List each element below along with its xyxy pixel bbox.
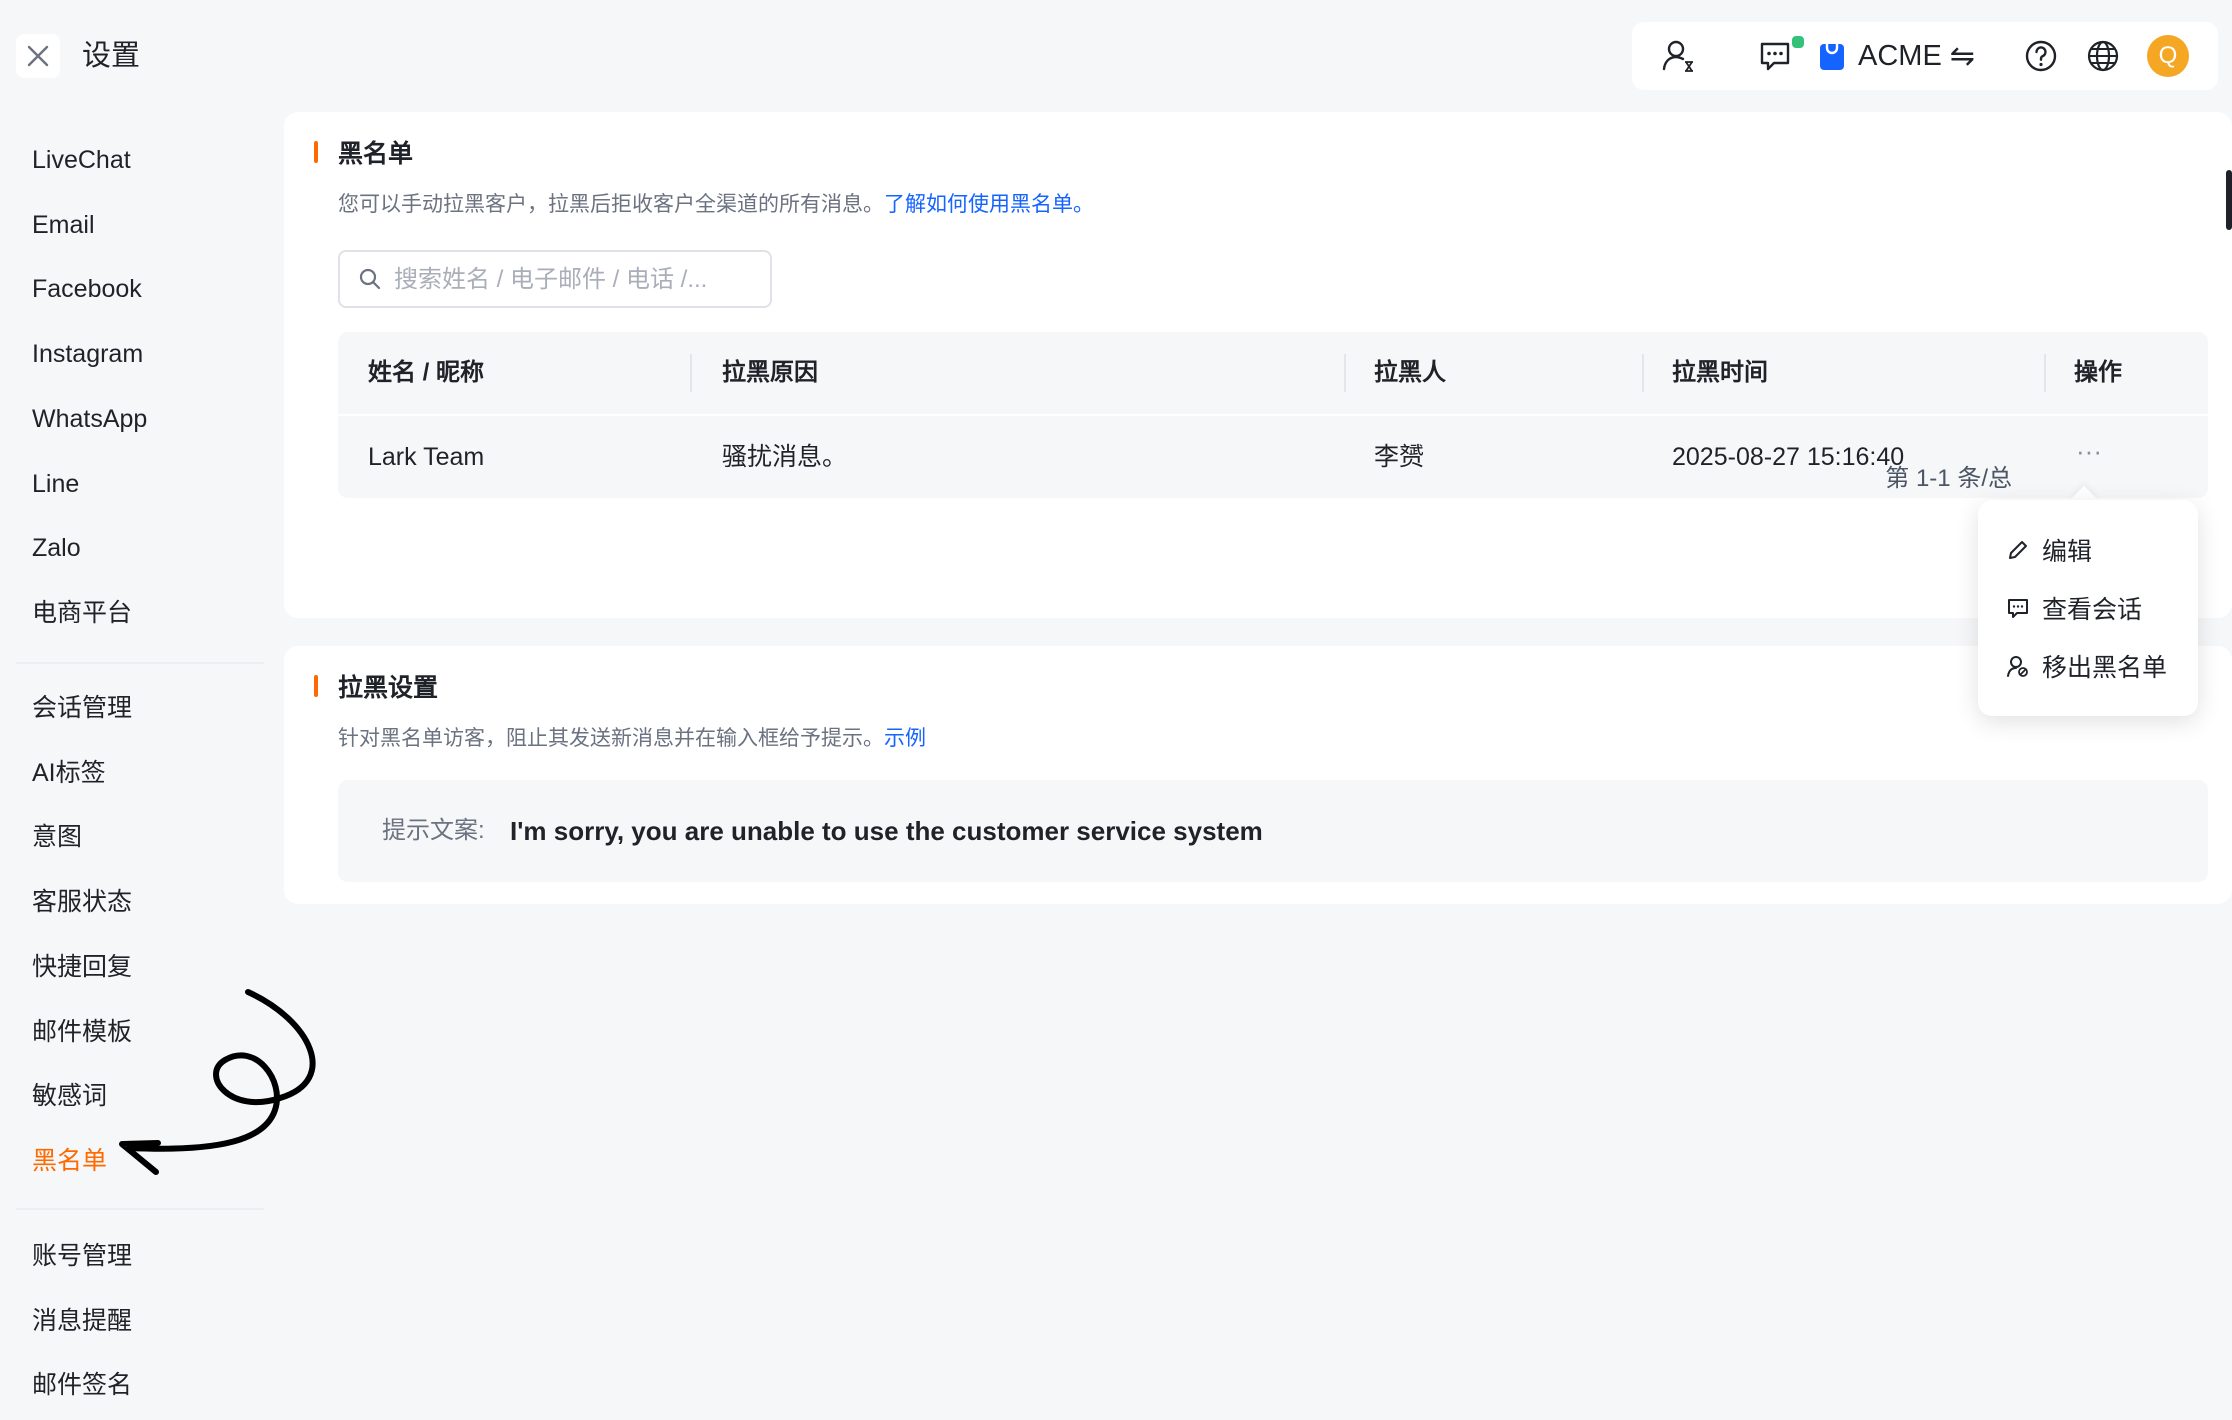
column-divider bbox=[690, 354, 692, 392]
cell-blocked-by: 李赟 bbox=[1374, 443, 1425, 471]
help-button[interactable] bbox=[2016, 22, 2066, 90]
pencil-icon bbox=[2009, 541, 2027, 559]
sidebar-item-intent[interactable]: 意图 bbox=[32, 819, 82, 855]
sidebar-divider bbox=[16, 1208, 264, 1210]
sidebar-item-email-signature[interactable]: 邮件签名 bbox=[32, 1367, 132, 1403]
chat-icon bbox=[2008, 599, 2028, 618]
workspace-name: ACME bbox=[1858, 39, 1942, 72]
menu-item-view-conversation[interactable]: 查看会话 bbox=[2006, 588, 2142, 628]
sidebar-divider bbox=[16, 662, 264, 664]
column-header-blocked-by: 拉黑人 bbox=[1374, 359, 1446, 386]
online-badge bbox=[1790, 34, 1806, 50]
section-accent-bar bbox=[314, 141, 318, 163]
sidebar-item-zalo[interactable]: Zalo bbox=[32, 530, 81, 566]
row-more-button[interactable]: ··· bbox=[2076, 416, 2102, 498]
sidebar-item-livechat[interactable]: LiveChat bbox=[32, 142, 131, 178]
menu-item-label: 移出黑名单 bbox=[2042, 654, 2168, 682]
sidebar-item-conversations[interactable]: 会话管理 bbox=[32, 690, 132, 726]
hand-drawn-arrow bbox=[119, 989, 316, 1175]
avatar: Q bbox=[2147, 35, 2189, 77]
switch-icon: ⇋ bbox=[1949, 39, 1975, 73]
sidebar-item-ai-tags[interactable]: AI标签 bbox=[32, 755, 106, 791]
tip-message-box[interactable]: 提示文案: I'm sorry, you are unable to use t… bbox=[338, 780, 2208, 882]
cell-name: Lark Team bbox=[368, 443, 485, 471]
blacklist-card: 黑名单 您可以手动拉黑客户，拉黑后拒收客户全渠道的所有消息。了解如何使用黑名单。… bbox=[284, 112, 2232, 618]
cell-reason: 骚扰消息。 bbox=[722, 443, 848, 471]
search-icon bbox=[359, 268, 381, 290]
top-toolbar: ACME ⇋ Q bbox=[1632, 22, 2218, 90]
block-settings-description: 针对黑名单访客，阻止其发送新消息并在输入框给予提示。示例 bbox=[338, 722, 926, 752]
user-status-icon bbox=[1662, 40, 1693, 72]
sidebar-item-instagram[interactable]: Instagram bbox=[32, 336, 143, 372]
section-accent-bar bbox=[314, 675, 318, 697]
globe-icon bbox=[2087, 40, 2119, 72]
page-title: 设置 bbox=[82, 40, 141, 72]
column-divider bbox=[2044, 354, 2046, 392]
workspace-switcher[interactable]: ACME ⇋ bbox=[1818, 22, 2014, 90]
blacklist-desc-text: 您可以手动拉黑客户，拉黑后拒收客户全渠道的所有消息。 bbox=[338, 193, 884, 216]
column-header-actions: 操作 bbox=[2074, 359, 2122, 386]
menu-item-edit[interactable]: 编辑 bbox=[2006, 530, 2092, 570]
menu-item-remove-from-blacklist[interactable]: 移出黑名单 bbox=[2006, 646, 2167, 686]
close-button[interactable] bbox=[16, 34, 60, 78]
block-settings-card: 拉黑设置 针对黑名单访客，阻止其发送新消息并在输入框给予提示。示例 提示文案: … bbox=[284, 646, 2232, 904]
column-header-reason: 拉黑原因 bbox=[722, 359, 818, 386]
column-divider bbox=[1344, 354, 1346, 392]
sidebar-item-sensitive-words[interactable]: 敏感词 bbox=[32, 1078, 107, 1114]
scrollbar-thumb[interactable] bbox=[2226, 170, 2232, 230]
blacklist-search[interactable] bbox=[338, 250, 772, 308]
help-icon bbox=[2025, 40, 2057, 72]
agent-status-button[interactable] bbox=[1654, 22, 1704, 90]
close-icon bbox=[27, 45, 49, 67]
menu-item-label: 编辑 bbox=[2042, 538, 2093, 566]
column-divider bbox=[1642, 354, 1644, 392]
pagination-summary: 第 1-1 条/总 bbox=[1885, 465, 2012, 492]
search-input[interactable] bbox=[392, 252, 756, 308]
cell-blocked-time: 2025-08-27 15:16:40 bbox=[1672, 443, 1905, 471]
sidebar-item-account[interactable]: 账号管理 bbox=[32, 1238, 132, 1274]
column-header-name: 姓名 / 昵称 bbox=[368, 359, 485, 386]
sidebar-item-ecommerce[interactable]: 电商平台 bbox=[32, 595, 132, 631]
sidebar-item-blacklist[interactable]: 黑名单 bbox=[32, 1143, 107, 1179]
sidebar-item-whatsapp[interactable]: WhatsApp bbox=[32, 401, 147, 437]
example-link[interactable]: 示例 bbox=[884, 727, 926, 750]
blacklist-title: 黑名单 bbox=[338, 140, 414, 168]
language-button[interactable] bbox=[2078, 22, 2128, 90]
sidebar-item-notifications[interactable]: 消息提醒 bbox=[32, 1303, 132, 1339]
tip-label: 提示文案: bbox=[382, 817, 485, 844]
column-header-blocked-time: 拉黑时间 bbox=[1672, 359, 1768, 386]
blacklist-description: 您可以手动拉黑客户，拉黑后拒收客户全渠道的所有消息。了解如何使用黑名单。 bbox=[338, 188, 1094, 218]
messages-button[interactable] bbox=[1750, 22, 1806, 90]
store-icon bbox=[1820, 44, 1844, 70]
block-settings-desc-text: 针对黑名单访客，阻止其发送新消息并在输入框给予提示。 bbox=[338, 727, 884, 750]
tip-message-text: I'm sorry, you are unable to use the cus… bbox=[510, 816, 1263, 846]
menu-item-label: 查看会话 bbox=[2042, 596, 2143, 624]
sidebar-item-email[interactable]: Email bbox=[32, 207, 95, 243]
table-header: 姓名 / 昵称 拉黑原因 拉黑人 拉黑时间 操作 bbox=[338, 332, 2208, 414]
row-action-menu: 编辑 查看会话 移出黑名单 bbox=[1978, 500, 2198, 716]
block-settings-title: 拉黑设置 bbox=[338, 674, 439, 702]
sidebar-item-line[interactable]: Line bbox=[32, 466, 79, 502]
sidebar-item-agent-status[interactable]: 客服状态 bbox=[32, 884, 132, 920]
chat-icon bbox=[1760, 42, 1790, 71]
sidebar-item-facebook[interactable]: Facebook bbox=[32, 271, 142, 307]
user-remove-icon bbox=[2007, 656, 2028, 677]
user-avatar-button[interactable]: Q bbox=[2140, 22, 2196, 90]
blacklist-help-link[interactable]: 了解如何使用黑名单。 bbox=[884, 193, 1094, 216]
